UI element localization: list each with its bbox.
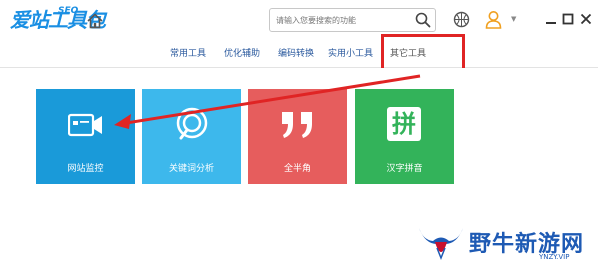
search-input[interactable] [276,12,412,28]
magnifier-icon [176,107,208,140]
user-avatar-icon[interactable] [485,10,502,29]
chevron-down-icon[interactable]: ▼ [511,15,516,23]
tab-utilities[interactable]: 实用小工具 [328,45,373,63]
bull-logo-icon [419,228,463,261]
tile-website-monitor[interactable]: 网站监控 [36,89,135,184]
tab-optimization[interactable]: 优化辅助 [224,45,260,63]
camera-icon [68,113,102,137]
watermark: 野牛新游网 YNZY.VIP [415,220,595,266]
tile-chinese-pinyin[interactable]: 拼 汉字拼音 [355,89,454,184]
tile-label: 关键词分析 [168,164,214,174]
tile-label: 汉字拼音 [386,164,423,174]
category-tab-bar: 常用工具 优化辅助 编码转换 实用小工具 其它工具 [0,40,598,68]
basketball-icon[interactable] [453,11,470,28]
tile-label: 全半角 [283,164,311,174]
title-bar: 爱站工具包 SEO ▼ [0,0,598,40]
quote-icon [282,112,312,138]
close-icon[interactable] [580,13,592,25]
logo-badge: SEO [58,6,79,16]
tile-full-half-width[interactable]: 全半角 [248,89,347,184]
watermark-url: YNZY.VIP [539,253,570,261]
search-box [269,8,436,32]
pinyin-icon: 拼 [387,107,421,141]
tab-encoding[interactable]: 编码转换 [278,45,314,63]
maximize-icon[interactable] [562,13,574,25]
tile-label: 网站监控 [67,164,104,174]
search-icon[interactable] [415,12,431,28]
minimize-icon[interactable] [545,13,557,25]
tab-common-tools[interactable]: 常用工具 [170,45,206,63]
home-icon[interactable] [86,12,104,30]
tile-keyword-analysis[interactable]: 关键词分析 [142,89,241,184]
